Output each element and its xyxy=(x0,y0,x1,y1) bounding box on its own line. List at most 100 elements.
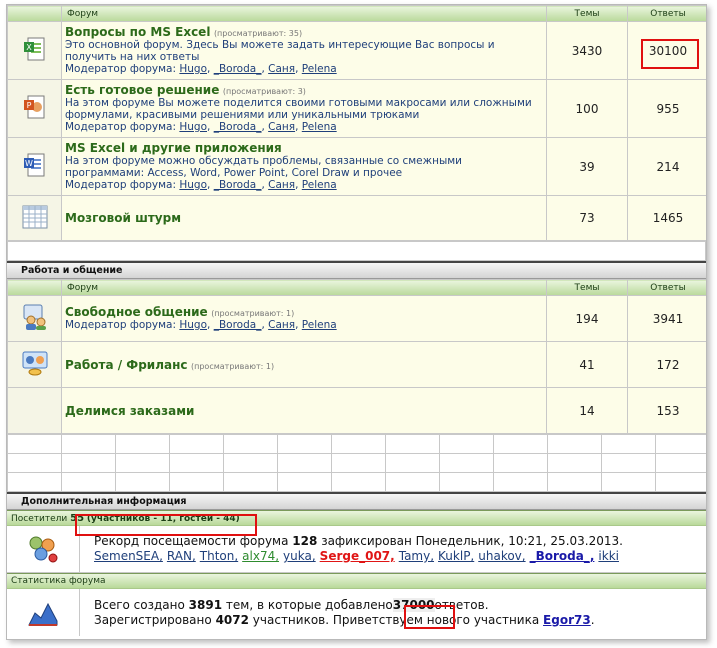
header-topics: Темы xyxy=(546,279,628,296)
moderator-link[interactable]: _Boroda_ xyxy=(214,179,262,191)
header-replies: Ответы xyxy=(627,5,706,22)
excel-icon: X xyxy=(7,21,62,80)
stats-info: Всего создано 3891 тем, в которые добавл… xyxy=(80,597,595,628)
online-user-link[interactable]: SemenSEA, xyxy=(94,549,163,563)
online-info: Рекорд посещаемости форума 128 зафиксиро… xyxy=(80,534,623,564)
moderator-link[interactable]: Pelena xyxy=(302,63,337,75)
forum-row: Делимся заказами 14 153 xyxy=(7,387,706,434)
forum-icon-empty xyxy=(7,387,62,434)
moderator-link[interactable]: Pelena xyxy=(302,121,337,133)
moderator-link[interactable]: Саня xyxy=(268,319,295,331)
forum-topics-count: 41 xyxy=(546,341,628,388)
forum-replies-count: 955 xyxy=(627,79,706,138)
forum-info: Работа / Фриланс (просматривают: 1) xyxy=(61,341,547,388)
forum-row: W MS Excel и другие приложения На этом фор… xyxy=(7,137,706,196)
moderator-link[interactable]: Саня xyxy=(268,63,295,75)
forum-moderators: Модератор форума: Hugo, _Boroda_, Саня, … xyxy=(65,63,337,75)
moderator-link[interactable]: Hugo xyxy=(179,121,207,133)
moderator-link[interactable]: Саня xyxy=(268,179,295,191)
online-user-link[interactable]: KuklP, xyxy=(438,549,474,563)
svg-text:P: P xyxy=(26,101,31,110)
moderator-label: Модератор форума: xyxy=(65,179,177,191)
svg-text:X: X xyxy=(26,43,32,52)
online-users-list: SemenSEA, RAN, Thton, alx74, yuka, Serge_007,… xyxy=(94,549,623,564)
forum-table-header: Форум Темы Ответы xyxy=(7,279,706,296)
online-user-link[interactable]: alx74, xyxy=(242,549,279,563)
newest-user-link[interactable]: Egor73 xyxy=(543,613,591,627)
moderator-link[interactable]: Hugo xyxy=(179,319,207,331)
forum-topics-count: 3430 xyxy=(546,21,628,80)
forum-viewers: (просматривают: 1) xyxy=(191,361,275,371)
powerpoint-icon: P xyxy=(7,79,62,138)
forum-title-link[interactable]: MS Excel и другие приложения xyxy=(65,141,282,155)
forum-title-link[interactable]: Делимся заказами xyxy=(65,404,194,418)
forum-topics-count: 39 xyxy=(546,137,628,196)
forum-replies-count: 1465 xyxy=(627,195,706,241)
spreadsheet-grid-icon xyxy=(7,195,62,241)
visitors-label: Посетители xyxy=(11,514,68,524)
forum-description: Это основной форум. Здесь Вы можете зада… xyxy=(65,39,495,63)
extra-info-title: Дополнительная информация xyxy=(7,492,706,510)
forum-table-main: Форум Темы Ответы X Вопросы по MS Excel (… xyxy=(7,5,706,241)
forum-info: MS Excel и другие приложения На этом фору… xyxy=(61,137,547,196)
stats-users: 4072 xyxy=(215,612,249,627)
forum-topics-count: 14 xyxy=(546,387,628,434)
stats-replies: 37000 xyxy=(392,597,435,612)
visitors-count: 55 xyxy=(70,513,85,524)
moderator-link[interactable]: _Boroda_ xyxy=(214,63,262,75)
online-user-link[interactable]: Thton, xyxy=(200,549,238,563)
forum-moderators: Модератор форума: Hugo, _Boroda_, Саня, … xyxy=(65,319,337,331)
moderator-link[interactable]: Саня xyxy=(268,121,295,133)
forum-topics-count: 100 xyxy=(546,79,628,138)
online-user-link[interactable]: Serge_007, xyxy=(320,549,395,563)
moderator-link[interactable]: Pelena xyxy=(302,319,337,331)
forum-index: Форум Темы Ответы X Вопросы по MS Excel (… xyxy=(6,4,707,640)
header-forum: Форум xyxy=(61,5,547,22)
forum-title-link[interactable]: Мозговой штурм xyxy=(65,211,181,225)
forum-title-link[interactable]: Вопросы по MS Excel xyxy=(65,25,210,39)
forum-info: Вопросы по MS Excel (просматривают: 35) Э… xyxy=(61,21,547,80)
forum-replies-count: 172 xyxy=(627,341,706,388)
forum-viewers: (просматривают: 1) xyxy=(211,309,295,318)
forum-description: На этом форуме можно обсуждать проблемы,… xyxy=(65,155,462,179)
moderator-link[interactable]: Hugo xyxy=(179,63,207,75)
header-topics: Темы xyxy=(546,5,628,22)
stats-bar: Статистика форума xyxy=(7,573,706,589)
moderator-link[interactable]: _Boroda_ xyxy=(214,319,262,331)
forum-title-link[interactable]: Работа / Фриланс xyxy=(65,358,188,372)
moderator-label: Модератор форума: xyxy=(65,319,177,331)
empty-grid xyxy=(7,434,706,492)
online-user-link[interactable]: ikki xyxy=(598,549,619,563)
forum-info: Мозговой штурм xyxy=(61,195,547,241)
svg-text:W: W xyxy=(25,159,33,168)
forum-row: X Вопросы по MS Excel (просматривают: 35)… xyxy=(7,21,706,80)
moderator-link[interactable]: Hugo xyxy=(179,179,207,191)
forum-table-header: Форум Темы Ответы xyxy=(7,5,706,22)
forum-table-work: Форум Темы Ответы Свободное общение (про… xyxy=(7,279,706,434)
record-line: Рекорд посещаемости форума 128 зафиксиро… xyxy=(94,534,623,548)
visitors-bar: Посетители 55 (участников - 11, гостей -… xyxy=(7,510,706,526)
stats-label: Статистика форума xyxy=(11,576,106,586)
online-user-link[interactable]: uhakov, xyxy=(478,549,525,563)
forum-replies-count: 30100 xyxy=(627,21,706,80)
forum-info: Свободное общение (просматривают: 1) Моде… xyxy=(61,295,547,342)
forum-title-link[interactable]: Свободное общение xyxy=(65,305,208,319)
forum-title-link[interactable]: Есть готовое решение xyxy=(65,83,219,97)
online-user-link[interactable]: Tamy, xyxy=(399,549,434,563)
forum-info: Делимся заказами xyxy=(61,387,547,434)
forum-replies-count: 214 xyxy=(627,137,706,196)
stats-chart-icon xyxy=(7,589,80,636)
moderator-label: Модератор форума: xyxy=(65,63,177,75)
forum-moderators: Модератор форума: Hugo, _Boroda_, Саня, … xyxy=(65,179,337,191)
online-user-link[interactable]: yuka, xyxy=(283,549,316,563)
moderator-link[interactable]: Pelena xyxy=(302,179,337,191)
forum-replies-count: 3941 xyxy=(627,295,706,342)
online-user-link[interactable]: RAN, xyxy=(167,549,196,563)
moderator-link[interactable]: _Boroda_ xyxy=(214,121,262,133)
forum-row: Работа / Фриланс (просматривают: 1) 41 172 xyxy=(7,341,706,388)
moderator-label: Модератор форума: xyxy=(65,121,177,133)
section-title: Работа и общение xyxy=(7,261,706,279)
online-user-link[interactable]: _Boroda_, xyxy=(530,549,595,563)
forum-row: Свободное общение (просматривают: 1) Моде… xyxy=(7,295,706,342)
forum-description: На этом форуме Вы можете поделится своим… xyxy=(65,97,532,121)
